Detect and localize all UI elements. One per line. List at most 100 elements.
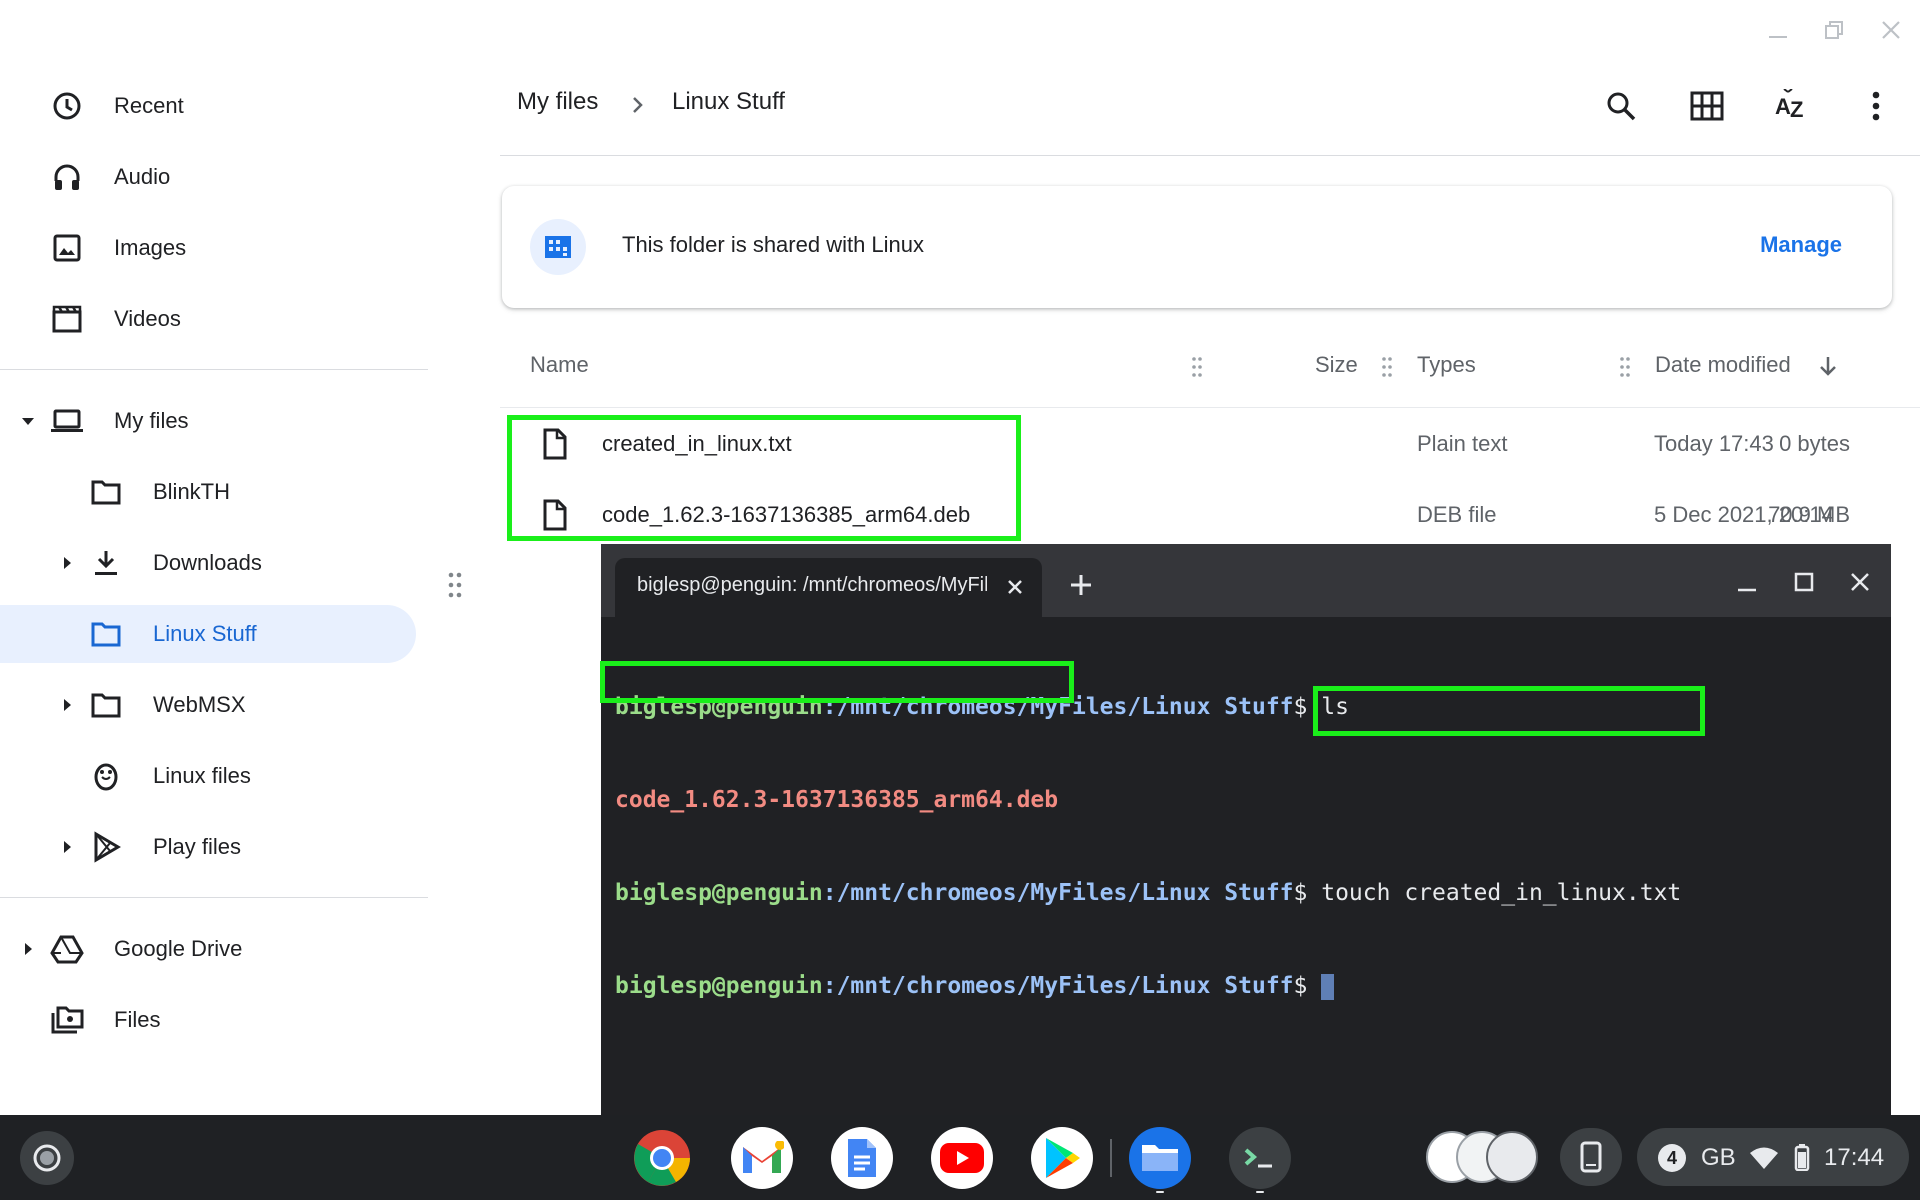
file-type: Plain text [1417, 431, 1508, 456]
penguin-icon [88, 758, 124, 794]
sidebar-item-audio[interactable]: Audio [0, 148, 416, 206]
banner-text: This folder is shared with Linux [622, 232, 925, 257]
sidebar-item-label: BlinkTH [153, 479, 231, 504]
sidebar-item-label: Recent [114, 93, 184, 118]
terminal-tab-title: biglesp@penguin: /mnt/chromeos/MyFiles/L… [637, 574, 987, 596]
more-vert-icon [1871, 90, 1881, 122]
folder-icon [88, 474, 124, 510]
sidebar-item-videos[interactable]: Videos [0, 290, 416, 348]
youtube-icon[interactable] [931, 1127, 993, 1189]
status-area[interactable]: 4 GB 17:44 [1637, 1128, 1909, 1186]
clock-time: 17:44 [1824, 1144, 1885, 1171]
sidebar-item-downloads[interactable]: Downloads [0, 534, 416, 592]
terminal-line: biglesp@penguin:/mnt/chromeos/MyFiles/Li… [615, 878, 1681, 909]
drive-icon [49, 931, 85, 967]
file-date: 5 Dec 2021, 20:14 [1654, 502, 1834, 527]
caret-right-icon[interactable] [18, 939, 38, 959]
terminal-cursor [1321, 973, 1335, 1000]
sidebar-resize-handle[interactable] [448, 572, 462, 598]
sidebar-item-label: Audio [114, 164, 171, 189]
running-indicator [1156, 1191, 1164, 1193]
terminal-icon[interactable] [1229, 1127, 1291, 1189]
caret-right-icon[interactable] [57, 695, 77, 715]
breadcrumb-my-files[interactable]: My files [517, 88, 598, 116]
terminal-tab[interactable]: biglesp@penguin: /mnt/chromeos/MyFiles/L… [615, 558, 1042, 617]
sidebar-item-files[interactable]: Files [0, 991, 416, 1049]
sidebar-item-google-drive[interactable]: Google Drive [0, 920, 416, 978]
sidebar-item-label: Linux Stuff [153, 621, 257, 646]
sidebar-item-blinkth[interactable]: BlinkTH [0, 463, 416, 521]
annotation-highlight [507, 415, 1021, 541]
arrow-down-icon[interactable] [1816, 354, 1840, 378]
column-header-name[interactable]: Name [530, 352, 589, 378]
svg-text:A: A [1775, 94, 1791, 119]
screenshot-thumbnail [1486, 1131, 1538, 1183]
sidebar-item-label: WebMSX [153, 692, 246, 717]
terminal-minimize-button[interactable] [1729, 564, 1765, 600]
prompt-path: :/mnt/chromeos/MyFiles/Linux Stuff [822, 880, 1294, 906]
maximize-button[interactable] [1814, 10, 1854, 50]
battery-icon [1794, 1143, 1810, 1171]
column-resize-handle[interactable] [1620, 356, 1630, 378]
sidebar-item-linux-stuff[interactable]: Linux Stuff [0, 605, 416, 663]
minimize-button[interactable] [1758, 10, 1798, 50]
close-tab-icon[interactable] [1004, 576, 1026, 598]
notification-badge: 4 [1658, 1144, 1686, 1172]
sort-button[interactable]: AZ [1768, 82, 1816, 130]
folder-icon [88, 616, 124, 652]
terminal-maximize-button[interactable] [1786, 564, 1822, 600]
manage-button[interactable]: Manage [1760, 232, 1842, 258]
wifi-icon [1749, 1146, 1779, 1170]
column-header-type[interactable]: Types [1417, 352, 1476, 378]
terminal-window: biglesp@penguin: /mnt/chromeos/MyFiles/L… [600, 544, 1891, 1115]
phone-icon [1579, 1141, 1603, 1173]
table-header-divider [500, 407, 1920, 408]
input-method-label: GB [1701, 1144, 1736, 1171]
holding-space-tray[interactable] [1420, 1128, 1542, 1186]
play-store-icon[interactable] [1031, 1127, 1093, 1189]
column-resize-handle[interactable] [1382, 356, 1392, 378]
close-button[interactable] [1871, 10, 1911, 50]
prompt-suffix: $ [1293, 973, 1322, 999]
shelf-divider [1110, 1139, 1112, 1177]
column-header-size[interactable]: Size [1315, 352, 1358, 378]
file-type: DEB file [1417, 502, 1497, 527]
launcher-button[interactable] [20, 1131, 74, 1185]
file-size: 0 bytes [1779, 431, 1850, 456]
column-resize-handle[interactable] [1192, 356, 1202, 378]
sidebar-item-linux-files[interactable]: Linux files [0, 747, 416, 805]
linux-share-icon [530, 219, 586, 275]
gmail-icon[interactable] [731, 1127, 793, 1189]
command-text: touch created_in_linux.txt [1321, 880, 1682, 906]
file-date: Today 17:43 [1654, 431, 1774, 456]
terminal-close-button[interactable] [1842, 564, 1878, 600]
grid-view-button[interactable] [1683, 82, 1731, 130]
sidebar-divider [0, 897, 428, 898]
linux-share-banner: This folder is shared with Linux Manage [502, 186, 1892, 308]
terminal-titlebar: biglesp@penguin: /mnt/chromeos/MyFiles/L… [601, 544, 1891, 617]
folder-icon [88, 687, 124, 723]
sidebar-item-recent[interactable]: Recent [0, 77, 416, 135]
sidebar-item-my-files[interactable]: My files [0, 392, 416, 450]
files-icon[interactable] [1129, 1127, 1191, 1189]
caret-right-icon[interactable] [57, 553, 77, 573]
new-tab-icon[interactable] [1066, 570, 1096, 600]
caret-right-icon[interactable] [57, 837, 77, 857]
column-header-date[interactable]: Date modified [1655, 352, 1791, 378]
sidebar-item-play-files[interactable]: Play files [0, 818, 416, 876]
more-options-button[interactable] [1852, 82, 1900, 130]
caret-down-icon[interactable] [18, 411, 38, 431]
sidebar-item-label: Downloads [153, 550, 262, 575]
sidebar-item-label: Linux files [153, 763, 251, 788]
chrome-icon[interactable] [631, 1127, 693, 1189]
search-button[interactable] [1597, 82, 1645, 130]
sidebar-item-images[interactable]: Images [0, 219, 416, 277]
header-divider [500, 155, 1920, 156]
phone-hub-button[interactable] [1560, 1128, 1622, 1186]
sidebar-item-webmsx[interactable]: WebMSX [0, 676, 416, 734]
film-icon [49, 301, 85, 337]
annotation-highlight [1313, 686, 1705, 736]
prompt-suffix: $ [1293, 880, 1322, 906]
docs-icon[interactable] [831, 1127, 893, 1189]
breadcrumb-current: Linux Stuff [672, 88, 785, 115]
